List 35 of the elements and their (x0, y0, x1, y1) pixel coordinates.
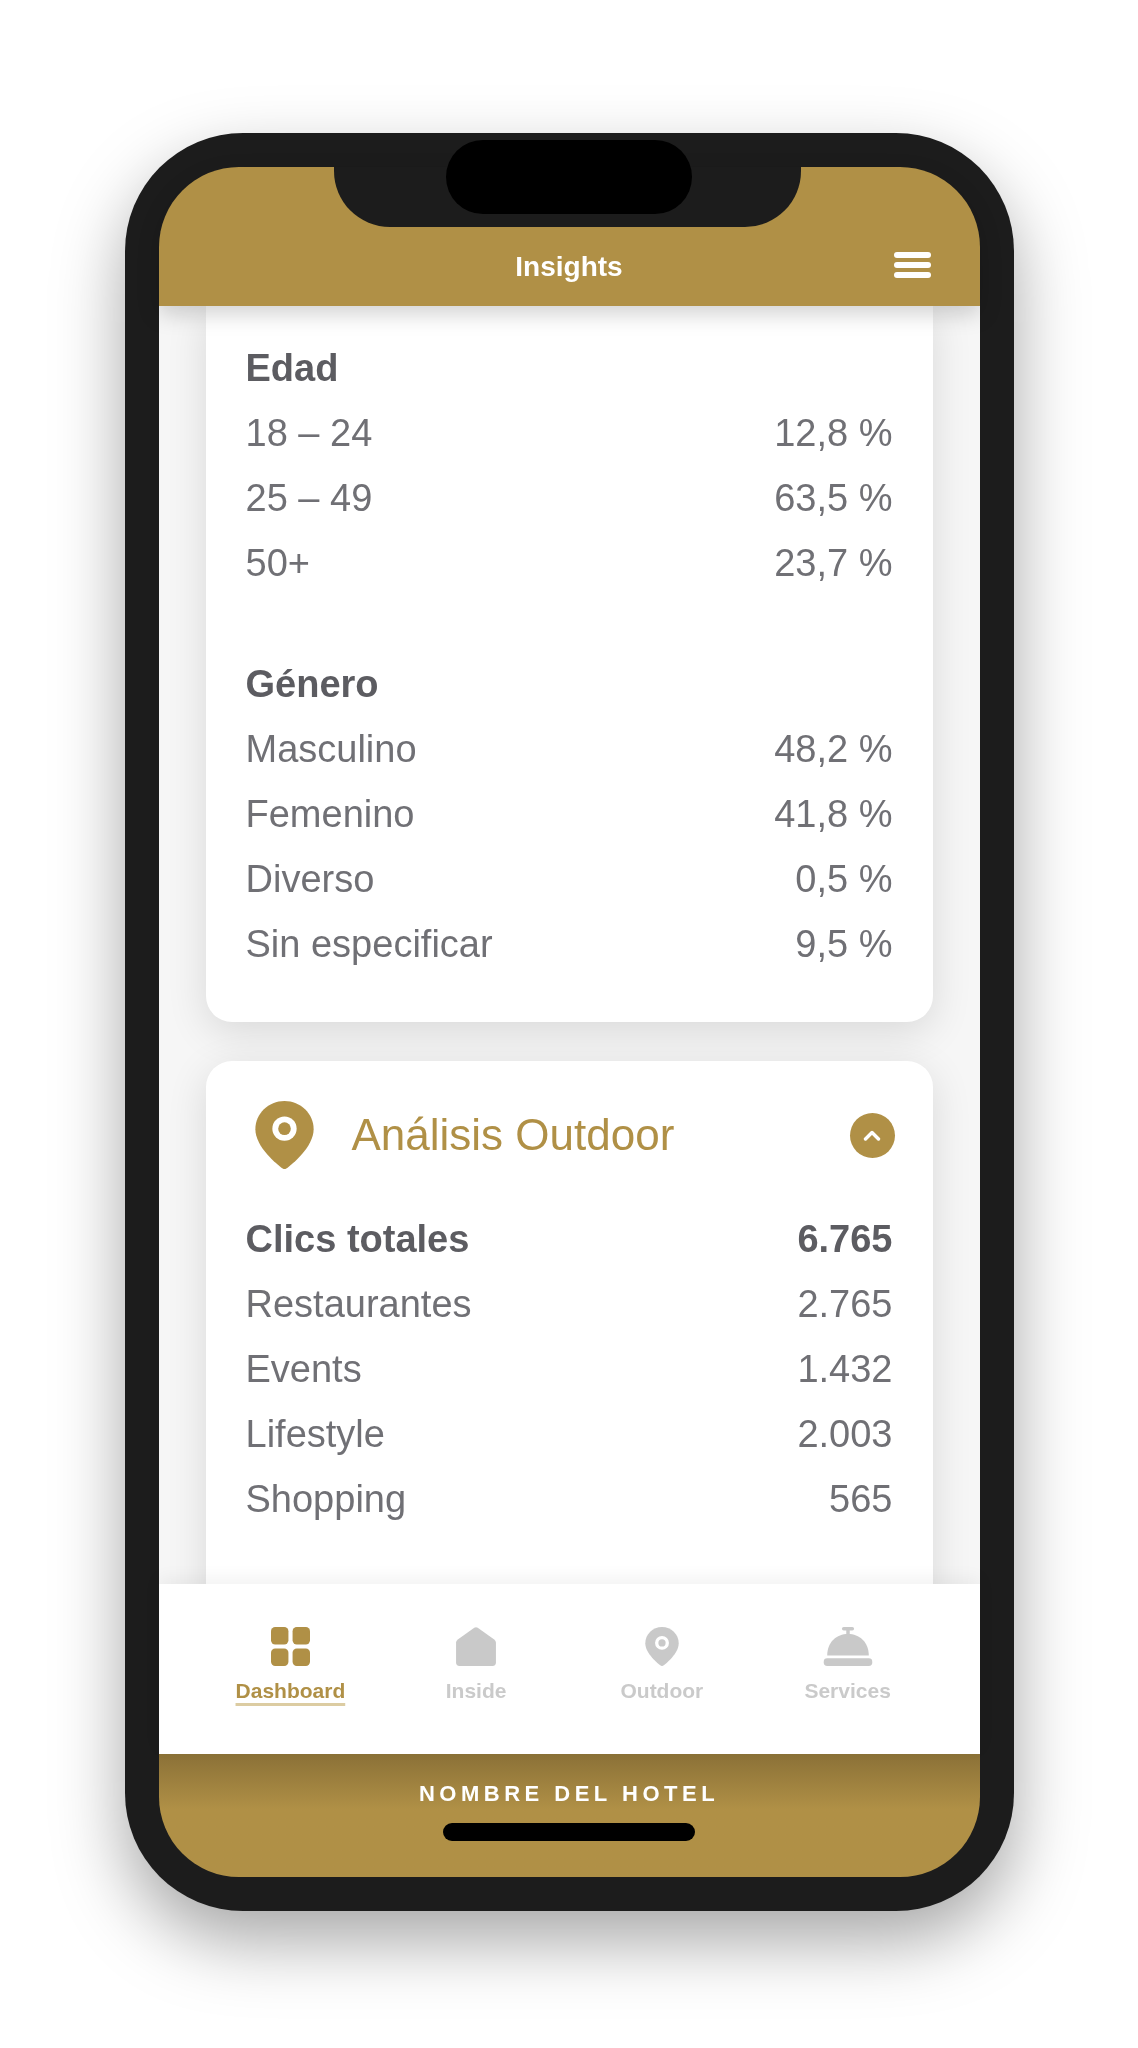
chevron-up-icon (863, 1129, 881, 1141)
stat-value: 12,8 % (774, 411, 893, 456)
stat-value: 23,7 % (774, 541, 893, 586)
stat-value: 0,5 % (795, 857, 893, 902)
stat-label: Sin especificar (245, 922, 493, 967)
stat-value: 1.432 (797, 1347, 893, 1392)
stat-label: Diverso (245, 857, 375, 902)
menu-icon[interactable] (893, 252, 931, 278)
map-pin-icon (254, 1101, 314, 1169)
collapse-button[interactable] (849, 1112, 895, 1158)
stat-value: 565 (829, 1477, 893, 1522)
stat-label: 50+ (245, 541, 310, 586)
stat-value: 2.765 (797, 1282, 893, 1327)
stat-label: Masculino (245, 727, 417, 772)
stat-label: Femenino (245, 792, 415, 837)
total-label: Clics totales (245, 1217, 470, 1262)
stat-label: 25 – 49 (245, 476, 373, 521)
card-title: Análisis Outdoor (351, 1113, 676, 1157)
hotel-name: NOMBRE DEL HOTEL (418, 1781, 720, 1807)
total-value: 6.765 (797, 1217, 893, 1262)
stat-label: Restaurantes (245, 1282, 472, 1327)
nav-tab[interactable]: Dashboard (235, 1627, 346, 1703)
stat-value: 9,5 % (795, 922, 893, 967)
stat-label: Shopping (245, 1477, 407, 1522)
screen-title: Insights (515, 252, 623, 281)
stat-label: Lifestyle (245, 1412, 385, 1457)
stat-label: Events (245, 1347, 362, 1392)
map-pin-icon (642, 1627, 681, 1666)
stat-value: 2.003 (797, 1412, 893, 1457)
section-heading: Edad (245, 346, 339, 391)
section-heading: Género (245, 662, 379, 707)
stat-value: 41,8 % (774, 792, 893, 837)
stat-label: 18 – 24 (245, 411, 373, 456)
stat-value: 48,2 % (774, 727, 893, 772)
stat-value: 63,5 % (774, 476, 893, 521)
